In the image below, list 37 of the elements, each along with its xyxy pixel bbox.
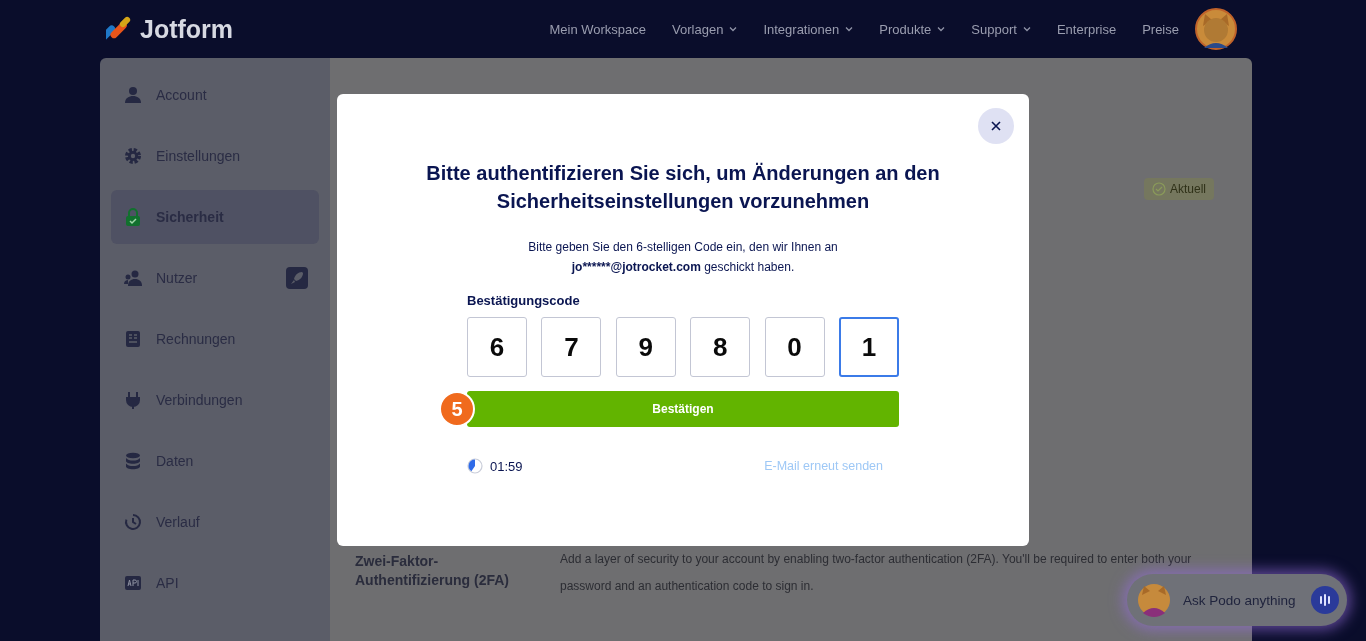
code-digit-field[interactable]: 8 [690, 317, 751, 377]
status-badge: Aktuell [1143, 178, 1214, 200]
code-digit-field[interactable]: 7 [541, 317, 602, 377]
gear-icon [124, 147, 142, 165]
code-digit-field[interactable]: 1 [838, 317, 899, 377]
close-icon [991, 121, 1001, 131]
nav-link[interactable]: Preise [1142, 21, 1179, 37]
avatar-icon [1195, 8, 1237, 50]
database-icon [124, 452, 142, 470]
section-label: Zwei-Faktor-Authentifizierung (2FA) [355, 552, 510, 590]
nav-link[interactable]: Integrationen [763, 21, 854, 37]
plug-icon [124, 391, 142, 409]
logo-icon [106, 16, 132, 42]
step-badge: 5 [439, 391, 475, 427]
brand-name: Jotform [140, 14, 234, 44]
history-icon [124, 513, 142, 531]
code-digit-field[interactable]: 6 [467, 317, 527, 377]
api-icon [124, 574, 142, 592]
voice-icon [1311, 586, 1339, 614]
code-digit-field[interactable]: 9 [615, 317, 676, 377]
users-icon [124, 269, 142, 287]
dialog-message: Bitte geben Sie den 6-stelligen Code ein, den wir Ihnen an jo******@jotrocket.com geschickt haben. [527, 239, 839, 276]
avatar-icon [1137, 583, 1171, 617]
lock-icon [124, 208, 142, 226]
field-label: Bestätigungscode [467, 293, 581, 308]
user-icon [124, 86, 142, 104]
code-digit-field[interactable]: 0 [764, 317, 825, 377]
dialog-title: Bitte authentifizieren Sie sich, um Änderungen an den Sicherheitseinstellungen vorzunehmen [425, 161, 941, 214]
document-icon [124, 330, 142, 348]
nav-link[interactable]: Produkte [879, 21, 946, 37]
nav-link[interactable]: Support [971, 21, 1031, 37]
nav-link[interactable]: Mein Workspace [549, 21, 647, 37]
timer-icon [467, 458, 483, 474]
timer-text: 01:59 [490, 458, 523, 474]
nav-link[interactable]: Vorlagen [672, 21, 738, 37]
nav-link[interactable]: Enterprise [1056, 21, 1117, 37]
close-button[interactable] [978, 108, 1014, 144]
